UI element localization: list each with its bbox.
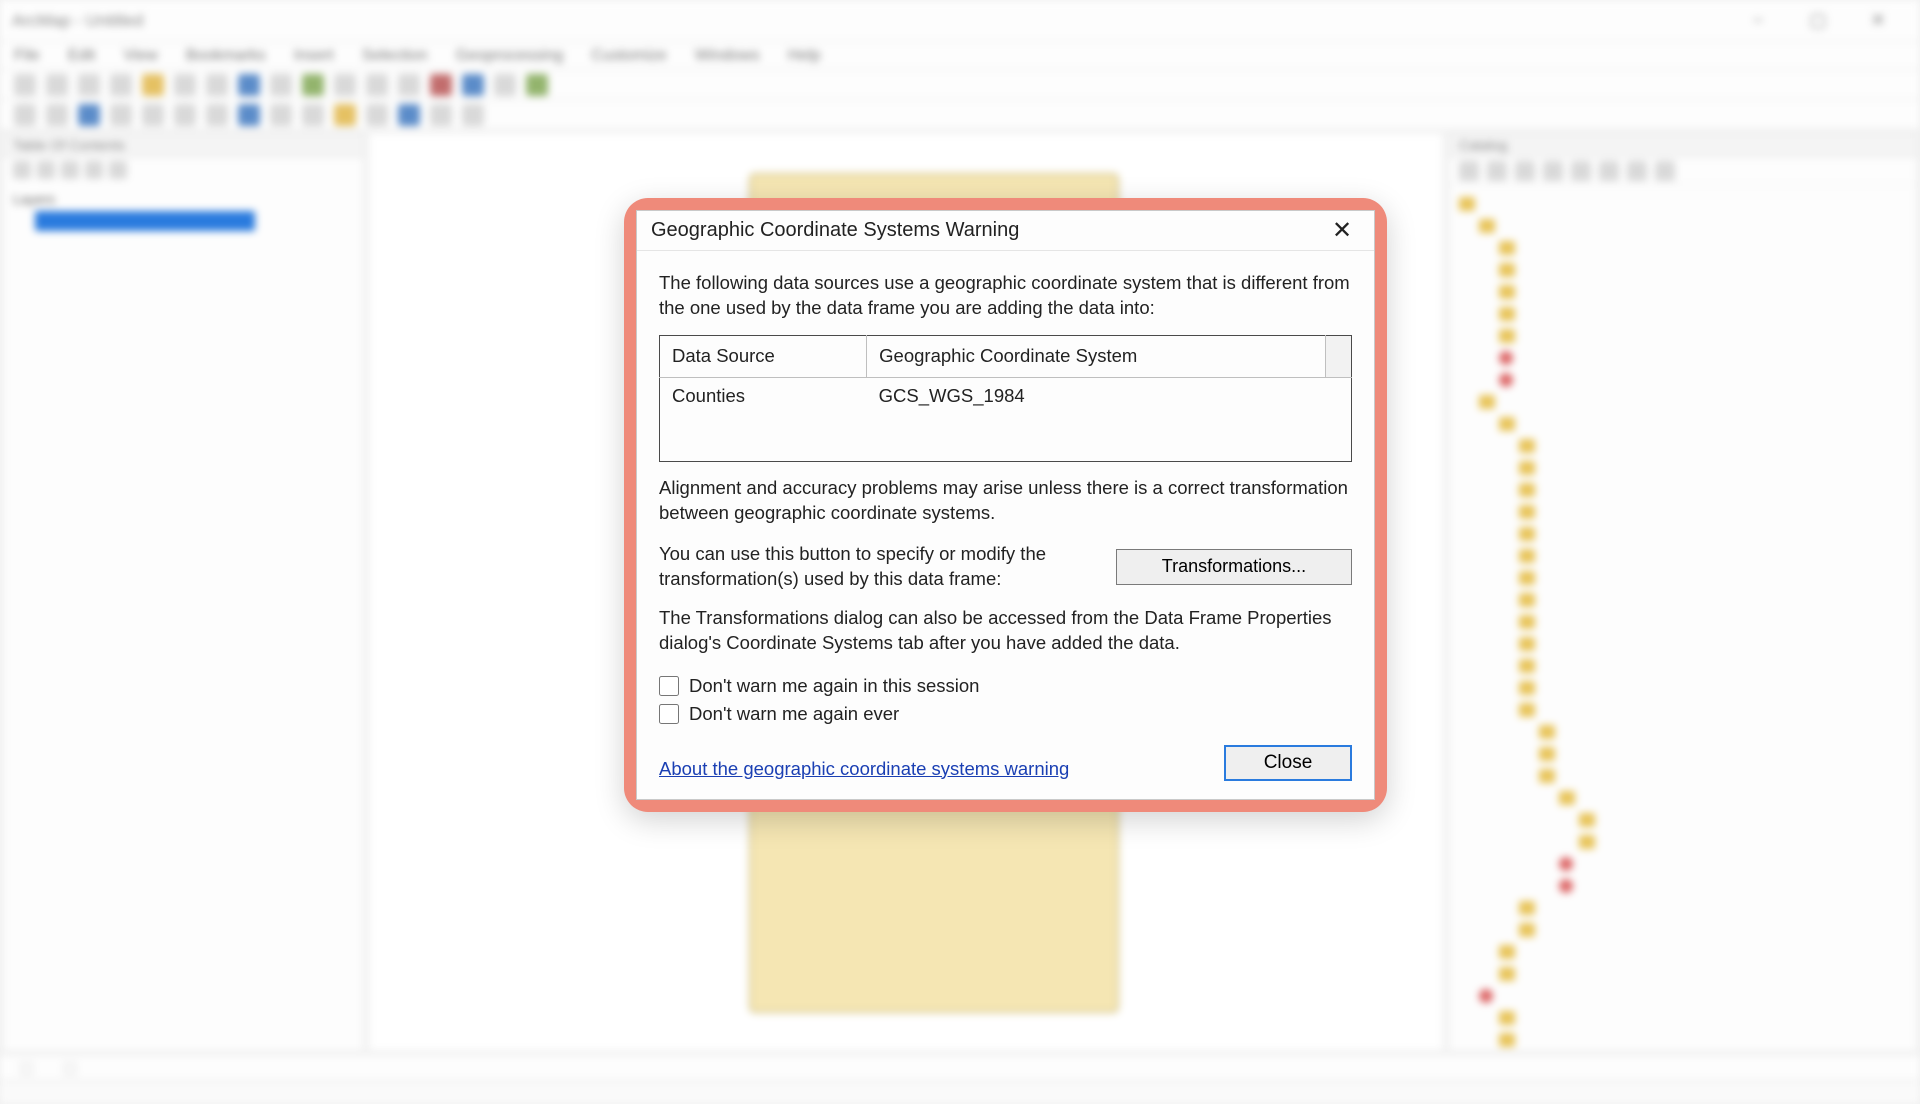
bottom-tab-layout[interactable]: ⬚ <box>63 1059 76 1076</box>
row-source: Counties <box>660 377 867 461</box>
dialog-msg-intro: The following data sources use a geograp… <box>659 271 1352 321</box>
toolbar-standard[interactable] <box>0 70 1920 100</box>
toolbar-tools[interactable] <box>0 100 1920 130</box>
close-button[interactable]: Close <box>1224 745 1352 781</box>
menu-windows[interactable]: Windows <box>695 47 760 65</box>
dont-warn-session-label[interactable]: Don't warn me again in this session <box>659 674 1352 699</box>
close-window-icon[interactable]: ✕ <box>1848 0 1908 41</box>
gcs-table: Data Source Geographic Coordinate System… <box>659 335 1352 462</box>
catalog-tree[interactable] <box>1449 185 1917 1059</box>
menu-geoprocessing[interactable]: Geoprocessing <box>456 47 564 65</box>
menu-view[interactable]: View <box>123 47 157 65</box>
toc-root[interactable]: Layers <box>13 191 353 207</box>
menu-customize[interactable]: Customize <box>591 47 667 65</box>
table-of-contents-panel[interactable]: Table Of Contents Layers <box>2 132 364 1052</box>
help-link-text: About the geographic coordinate systems … <box>659 758 1069 779</box>
catalog-title: Catalog <box>1449 133 1917 157</box>
help-link[interactable]: About the geographic coordinate systems … <box>659 757 1069 781</box>
gcs-table-scrollbar[interactable] <box>1326 335 1352 377</box>
menu-help[interactable]: Help <box>788 47 821 65</box>
dialog-title: Geographic Coordinate Systems Warning <box>651 219 1019 242</box>
bottom-tab-drawing[interactable]: ⬚ <box>20 1059 33 1076</box>
dont-warn-session-checkbox[interactable] <box>659 676 679 696</box>
dont-warn-ever-checkbox[interactable] <box>659 704 679 724</box>
menu-file[interactable]: File <box>14 47 40 65</box>
window-titlebar: ArcMap - Untitled − ▢ ✕ <box>0 0 1920 42</box>
dialog-titlebar[interactable]: Geographic Coordinate Systems Warning ✕ <box>637 211 1374 251</box>
menubar[interactable]: File Edit View Bookmarks Insert Selectio… <box>0 42 1920 70</box>
toc-selected-layer[interactable] <box>35 211 255 231</box>
dialog-msg-properties: The Transformations dialog can also be a… <box>659 606 1352 656</box>
toc-title: Table Of Contents <box>3 133 363 157</box>
menu-insert[interactable]: Insert <box>294 47 334 65</box>
dont-warn-ever-label[interactable]: Don't warn me again ever <box>659 702 1352 727</box>
menu-bookmarks[interactable]: Bookmarks <box>186 47 266 65</box>
dont-warn-session-text: Don't warn me again in this session <box>689 674 979 699</box>
dialog-highlight-frame: Geographic Coordinate Systems Warning ✕ … <box>624 198 1387 812</box>
table-row[interactable]: Counties GCS_WGS_1984 <box>660 377 1352 461</box>
maximize-icon[interactable]: ▢ <box>1788 0 1848 41</box>
statusbar <box>0 1080 1920 1104</box>
catalog-panel[interactable]: Catalog <box>1448 132 1918 1052</box>
dialog-transform-hint: You can use this button to specify or mo… <box>659 542 1092 592</box>
menu-selection[interactable]: Selection <box>362 47 428 65</box>
menu-edit[interactable]: Edit <box>68 47 96 65</box>
gcs-warning-dialog: Geographic Coordinate Systems Warning ✕ … <box>636 210 1375 800</box>
dont-warn-ever-text: Don't warn me again ever <box>689 702 899 727</box>
window-title: ArcMap - Untitled <box>12 11 143 31</box>
minimize-icon[interactable]: − <box>1728 0 1788 41</box>
dialog-msg-alignment: Alignment and accuracy problems may aris… <box>659 476 1352 526</box>
row-gcs: GCS_WGS_1984 <box>867 377 1326 461</box>
gcs-table-header-gcs: Geographic Coordinate System <box>867 335 1326 377</box>
gcs-table-header-source: Data Source <box>660 335 867 377</box>
close-icon[interactable]: ✕ <box>1324 216 1360 245</box>
transformations-button[interactable]: Transformations... <box>1116 549 1352 585</box>
